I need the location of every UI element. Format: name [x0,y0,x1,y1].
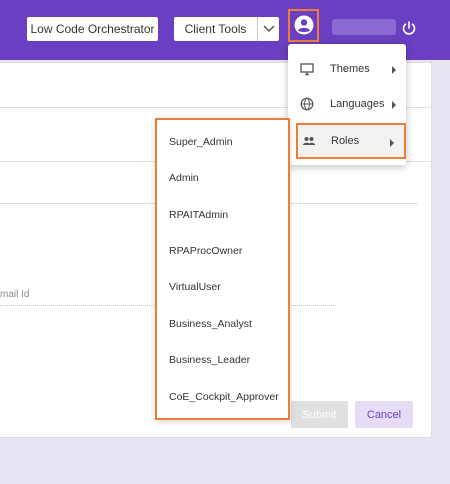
submit-button[interactable]: Submit [291,401,348,428]
client-tools-button[interactable]: Client Tools [174,17,257,41]
menu-item-languages[interactable]: Languages [288,87,406,121]
account-circle-icon [294,15,314,35]
menu-item-themes[interactable]: Themes [288,52,406,86]
cancel-button[interactable]: Cancel [355,401,413,428]
user-name-redacted [332,19,396,35]
chevron-right-icon [392,66,396,74]
role-option[interactable]: RPAProcOwner [169,245,242,257]
role-option[interactable]: Business_Analyst [169,318,252,330]
user-menu: Themes Languages Roles [288,44,406,165]
monitor-icon [300,63,314,76]
client-tools-dropdown-button[interactable] [257,17,279,41]
roles-submenu: Super_Admin Admin RPAITAdmin RPAProcOwne… [155,118,290,420]
menu-item-themes-label: Themes [330,63,370,75]
role-option[interactable]: Business_Leader [169,354,250,366]
user-avatar-button[interactable] [288,9,319,42]
chevron-right-icon [390,139,394,147]
power-icon[interactable] [401,20,417,36]
people-icon [302,137,316,145]
globe-icon [300,97,314,111]
menu-item-languages-label: Languages [330,98,385,110]
menu-item-roles[interactable]: Roles [296,123,406,159]
role-option[interactable]: Super_Admin [169,136,233,148]
chevron-right-icon [392,101,396,109]
email-field-label: mail Id [0,289,30,300]
role-option[interactable]: VirtualUser [169,281,221,293]
menu-item-roles-label: Roles [331,135,360,147]
role-option[interactable]: CoE_Cockpit_Approver [169,391,279,403]
chevron-down-icon [263,25,274,32]
low-code-orchestrator-button[interactable]: Low Code Orchestrator [27,17,158,41]
role-option[interactable]: RPAITAdmin [169,209,228,221]
role-option[interactable]: Admin [169,172,199,184]
